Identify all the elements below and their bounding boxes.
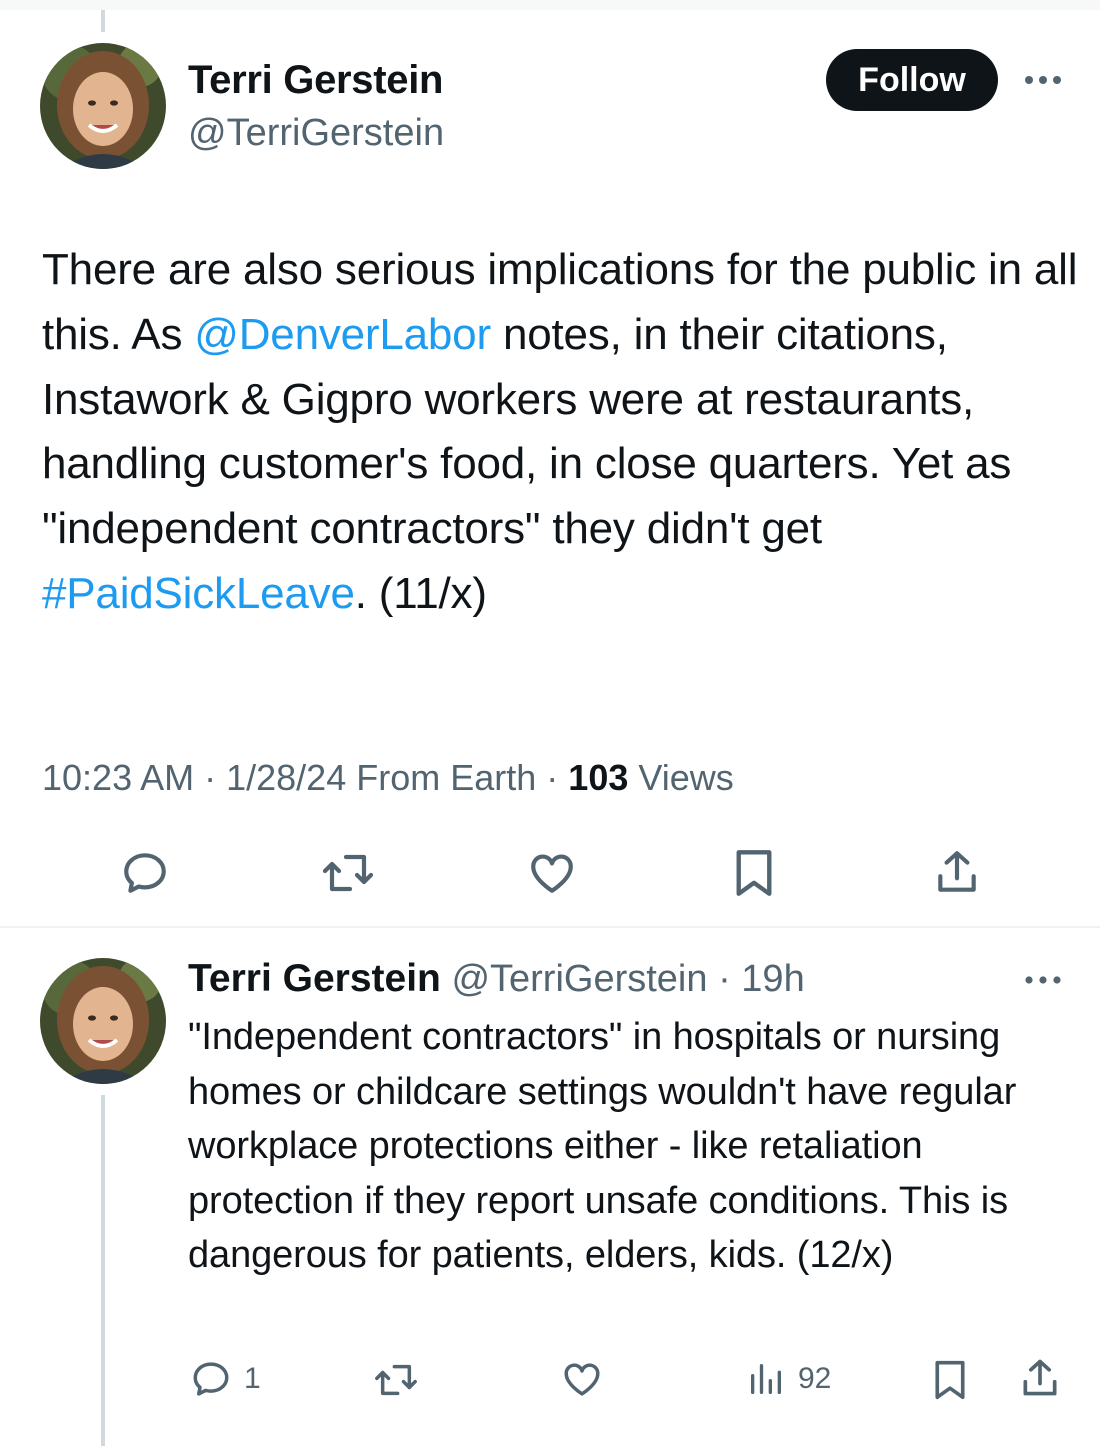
- mention-link[interactable]: @DenverLabor: [194, 310, 491, 359]
- share-button[interactable]: [1018, 1356, 1062, 1400]
- thread-connector-line: [101, 10, 105, 32]
- tweet-time[interactable]: 10:23 AM: [42, 757, 194, 798]
- tweet-source: From Earth: [356, 757, 537, 798]
- retweet-button[interactable]: [320, 848, 376, 898]
- tweet-date[interactable]: 1/28/24: [226, 757, 346, 798]
- reply-text: "Independent contractors" in hospitals o…: [188, 1016, 1017, 1276]
- avatar[interactable]: [40, 43, 166, 169]
- bookmark-icon: [930, 1358, 970, 1402]
- share-icon: [932, 846, 982, 898]
- tweet-text: There are also serious implications for …: [42, 238, 1082, 627]
- author-name[interactable]: Terri Gerstein: [188, 58, 443, 103]
- reply-count: 1: [244, 1362, 261, 1395]
- bookmark-icon: [730, 846, 778, 900]
- views-count: 103: [568, 757, 629, 798]
- tweet-divider: [0, 926, 1100, 928]
- tweet-text-part: . (11/x): [354, 568, 487, 618]
- tweet-meta: 10:23 AM · 1/28/24 From Earth · 103 View…: [42, 757, 734, 798]
- more-options-icon[interactable]: [1020, 62, 1066, 98]
- reply-button[interactable]: 1: [190, 1358, 261, 1400]
- follow-button[interactable]: Follow: [826, 49, 998, 111]
- reply-button[interactable]: [120, 848, 170, 898]
- reply-author-handle[interactable]: @TerriGerstein: [451, 958, 707, 1000]
- previous-tweet-edge: [0, 0, 1100, 10]
- views-label: Views: [638, 757, 734, 798]
- thread-connector-line: [101, 1095, 105, 1446]
- author-handle[interactable]: @TerriGerstein: [188, 112, 444, 155]
- views-button[interactable]: 92: [746, 1358, 831, 1400]
- bookmark-button[interactable]: [730, 846, 778, 900]
- retweet-icon: [372, 1360, 420, 1400]
- reply-icon: [190, 1358, 232, 1400]
- like-icon: [560, 1358, 604, 1400]
- reply-author-name[interactable]: Terri Gerstein: [188, 957, 441, 1000]
- share-button[interactable]: [932, 846, 982, 898]
- reply-header: Terri Gerstein @TerriGerstein · 19h: [188, 957, 805, 1000]
- more-options-icon[interactable]: [1020, 962, 1066, 998]
- reply-time[interactable]: 19h: [741, 958, 804, 1000]
- share-icon: [1018, 1356, 1062, 1400]
- bookmark-button[interactable]: [930, 1358, 970, 1402]
- reply-icon: [120, 848, 170, 898]
- hashtag-link[interactable]: #PaidSickLeave: [42, 569, 355, 618]
- avatar[interactable]: [40, 958, 166, 1084]
- views-icon: [746, 1358, 786, 1400]
- like-button[interactable]: [560, 1358, 604, 1400]
- like-icon: [526, 848, 578, 898]
- like-button[interactable]: [526, 848, 578, 898]
- views-count: 92: [798, 1362, 832, 1395]
- retweet-button[interactable]: [372, 1360, 420, 1400]
- retweet-icon: [320, 848, 376, 898]
